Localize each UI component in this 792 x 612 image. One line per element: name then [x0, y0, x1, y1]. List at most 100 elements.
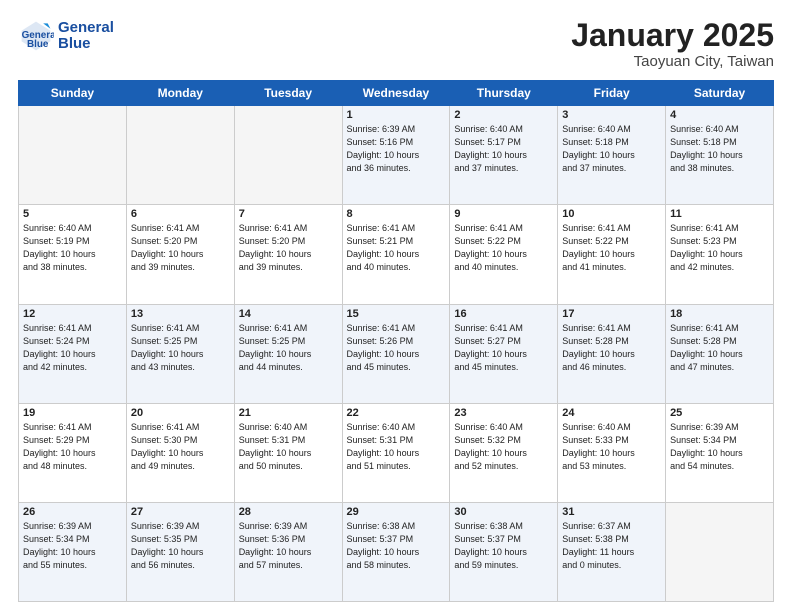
day-info: Sunrise: 6:41 AM Sunset: 5:20 PM Dayligh… — [131, 222, 230, 274]
day-number: 11 — [670, 208, 769, 220]
calendar-cell — [19, 106, 127, 205]
weekday-header-row: SundayMondayTuesdayWednesdayThursdayFrid… — [19, 81, 774, 106]
day-number: 26 — [23, 506, 122, 518]
month-title: January 2025 — [571, 18, 774, 53]
calendar-cell — [234, 106, 342, 205]
weekday-header-wednesday: Wednesday — [342, 81, 450, 106]
title-block: January 2025 Taoyuan City, Taiwan — [571, 18, 774, 70]
day-number: 20 — [131, 407, 230, 419]
calendar-cell: 17 Sunrise: 6:41 AM Sunset: 5:28 PM Dayli… — [558, 304, 666, 403]
day-number: 3 — [562, 109, 661, 121]
day-info: Sunrise: 6:40 AM Sunset: 5:18 PM Dayligh… — [562, 123, 661, 175]
day-number: 25 — [670, 407, 769, 419]
day-number: 19 — [23, 407, 122, 419]
day-number: 31 — [562, 506, 661, 518]
day-info: Sunrise: 6:40 AM Sunset: 5:31 PM Dayligh… — [347, 421, 446, 473]
day-info: Sunrise: 6:40 AM Sunset: 5:18 PM Dayligh… — [670, 123, 769, 175]
calendar-cell: 10 Sunrise: 6:41 AM Sunset: 5:22 PM Dayli… — [558, 205, 666, 304]
calendar-row-1: 5 Sunrise: 6:40 AM Sunset: 5:19 PM Daylig… — [19, 205, 774, 304]
day-number: 16 — [454, 308, 553, 320]
calendar-row-4: 26 Sunrise: 6:39 AM Sunset: 5:34 PM Dayli… — [19, 502, 774, 601]
calendar-cell: 25 Sunrise: 6:39 AM Sunset: 5:34 PM Dayli… — [666, 403, 774, 502]
day-info: Sunrise: 6:39 AM Sunset: 5:34 PM Dayligh… — [23, 520, 122, 572]
calendar-row-3: 19 Sunrise: 6:41 AM Sunset: 5:29 PM Dayli… — [19, 403, 774, 502]
calendar-cell: 29Sunrise: 6:38 AM Sunset: 5:37 PM Dayli… — [342, 502, 450, 601]
location-subtitle: Taoyuan City, Taiwan — [571, 53, 774, 70]
day-info: Sunrise: 6:41 AM Sunset: 5:22 PM Dayligh… — [454, 222, 553, 274]
calendar-cell: 24 Sunrise: 6:40 AM Sunset: 5:33 PM Dayli… — [558, 403, 666, 502]
calendar-cell: 28 Sunrise: 6:39 AM Sunset: 5:36 PM Dayli… — [234, 502, 342, 601]
day-info: Sunrise: 6:41 AM Sunset: 5:30 PM Dayligh… — [131, 421, 230, 473]
calendar-cell: 16 Sunrise: 6:41 AM Sunset: 5:27 PM Dayli… — [450, 304, 558, 403]
day-info: Sunrise: 6:39 AM Sunset: 5:36 PM Dayligh… — [239, 520, 338, 572]
day-number: 30 — [454, 506, 553, 518]
header: General Blue General Blue January 2025 T… — [18, 18, 774, 70]
day-info: Sunrise: 6:40 AM Sunset: 5:19 PM Dayligh… — [23, 222, 122, 274]
calendar-cell: 27Sunrise: 6:39 AM Sunset: 5:35 PM Dayli… — [126, 502, 234, 601]
day-number: 5 — [23, 208, 122, 220]
day-number: 12 — [23, 308, 122, 320]
day-info: Sunrise: 6:38 AM Sunset: 5:37 PM Dayligh… — [347, 520, 446, 572]
weekday-header-monday: Monday — [126, 81, 234, 106]
day-number: 2 — [454, 109, 553, 121]
day-info: Sunrise: 6:41 AM Sunset: 5:28 PM Dayligh… — [562, 322, 661, 374]
weekday-header-friday: Friday — [558, 81, 666, 106]
day-info: Sunrise: 6:41 AM Sunset: 5:25 PM Dayligh… — [239, 322, 338, 374]
day-number: 22 — [347, 407, 446, 419]
day-number: 27 — [131, 506, 230, 518]
weekday-header-sunday: Sunday — [19, 81, 127, 106]
day-number: 18 — [670, 308, 769, 320]
calendar-cell: 12 Sunrise: 6:41 AM Sunset: 5:24 PM Dayli… — [19, 304, 127, 403]
calendar-table: SundayMondayTuesdayWednesdayThursdayFrid… — [18, 80, 774, 602]
day-info: Sunrise: 6:41 AM Sunset: 5:26 PM Dayligh… — [347, 322, 446, 374]
day-number: 1 — [347, 109, 446, 121]
day-number: 6 — [131, 208, 230, 220]
calendar-cell: 15Sunrise: 6:41 AM Sunset: 5:26 PM Dayli… — [342, 304, 450, 403]
day-info: Sunrise: 6:38 AM Sunset: 5:37 PM Dayligh… — [454, 520, 553, 572]
logo-text-block: General Blue — [58, 20, 114, 53]
calendar-cell — [126, 106, 234, 205]
calendar-cell: 8 Sunrise: 6:41 AM Sunset: 5:21 PM Daylig… — [342, 205, 450, 304]
calendar-cell: 5 Sunrise: 6:40 AM Sunset: 5:19 PM Daylig… — [19, 205, 127, 304]
calendar-cell: 30 Sunrise: 6:38 AM Sunset: 5:37 PM Dayli… — [450, 502, 558, 601]
calendar-cell: 23Sunrise: 6:40 AM Sunset: 5:32 PM Dayli… — [450, 403, 558, 502]
logo-line2: Blue — [58, 36, 114, 53]
calendar-cell: 31 Sunrise: 6:37 AM Sunset: 5:38 PM Dayli… — [558, 502, 666, 601]
day-info: Sunrise: 6:41 AM Sunset: 5:28 PM Dayligh… — [670, 322, 769, 374]
calendar-cell: 4Sunrise: 6:40 AM Sunset: 5:18 PM Daylig… — [666, 106, 774, 205]
page: General Blue General Blue January 2025 T… — [0, 0, 792, 612]
day-number: 17 — [562, 308, 661, 320]
svg-text:Blue: Blue — [27, 39, 49, 50]
calendar-cell: 18 Sunrise: 6:41 AM Sunset: 5:28 PM Dayli… — [666, 304, 774, 403]
day-number: 14 — [239, 308, 338, 320]
day-info: Sunrise: 6:41 AM Sunset: 5:27 PM Dayligh… — [454, 322, 553, 374]
day-info: Sunrise: 6:41 AM Sunset: 5:22 PM Dayligh… — [562, 222, 661, 274]
day-number: 28 — [239, 506, 338, 518]
day-info: Sunrise: 6:39 AM Sunset: 5:16 PM Dayligh… — [347, 123, 446, 175]
day-number: 23 — [454, 407, 553, 419]
calendar-cell: 9 Sunrise: 6:41 AM Sunset: 5:22 PM Daylig… — [450, 205, 558, 304]
calendar-cell: 14 Sunrise: 6:41 AM Sunset: 5:25 PM Dayli… — [234, 304, 342, 403]
calendar-cell: 1 Sunrise: 6:39 AM Sunset: 5:16 PM Daylig… — [342, 106, 450, 205]
day-number: 8 — [347, 208, 446, 220]
day-number: 9 — [454, 208, 553, 220]
day-number: 10 — [562, 208, 661, 220]
calendar-cell: 20 Sunrise: 6:41 AM Sunset: 5:30 PM Dayli… — [126, 403, 234, 502]
day-number: 24 — [562, 407, 661, 419]
day-info: Sunrise: 6:37 AM Sunset: 5:38 PM Dayligh… — [562, 520, 661, 572]
day-number: 7 — [239, 208, 338, 220]
day-info: Sunrise: 6:41 AM Sunset: 5:21 PM Dayligh… — [347, 222, 446, 274]
logo-icon: General Blue — [18, 18, 54, 54]
day-info: Sunrise: 6:40 AM Sunset: 5:33 PM Dayligh… — [562, 421, 661, 473]
day-number: 21 — [239, 407, 338, 419]
calendar-cell: 13Sunrise: 6:41 AM Sunset: 5:25 PM Dayli… — [126, 304, 234, 403]
calendar-cell: 11Sunrise: 6:41 AM Sunset: 5:23 PM Dayli… — [666, 205, 774, 304]
day-info: Sunrise: 6:39 AM Sunset: 5:34 PM Dayligh… — [670, 421, 769, 473]
calendar-row-2: 12 Sunrise: 6:41 AM Sunset: 5:24 PM Dayli… — [19, 304, 774, 403]
calendar-cell — [666, 502, 774, 601]
day-info: Sunrise: 6:40 AM Sunset: 5:31 PM Dayligh… — [239, 421, 338, 473]
calendar-cell: 26 Sunrise: 6:39 AM Sunset: 5:34 PM Dayli… — [19, 502, 127, 601]
calendar-cell: 6 Sunrise: 6:41 AM Sunset: 5:20 PM Daylig… — [126, 205, 234, 304]
day-info: Sunrise: 6:41 AM Sunset: 5:24 PM Dayligh… — [23, 322, 122, 374]
day-info: Sunrise: 6:41 AM Sunset: 5:29 PM Dayligh… — [23, 421, 122, 473]
